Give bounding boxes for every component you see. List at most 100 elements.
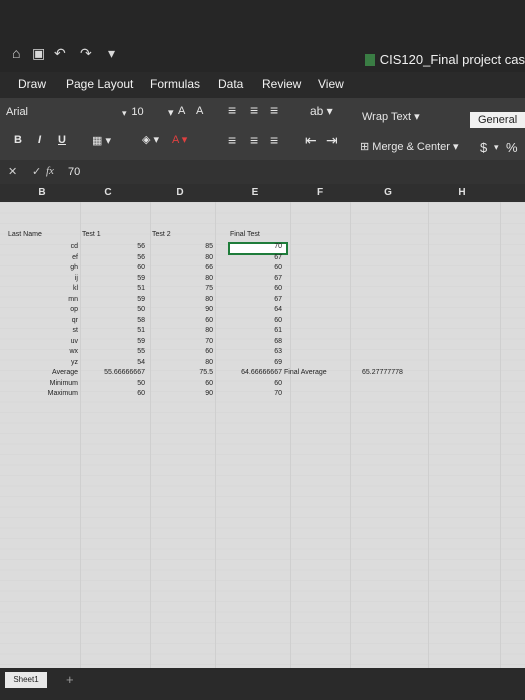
test1-cell[interactable]: 56 — [137, 243, 145, 250]
test1-cell[interactable]: 60 — [137, 264, 145, 271]
test2-cell[interactable]: 80 — [205, 359, 213, 366]
final-average-value[interactable]: 65.27777778 — [362, 369, 403, 376]
final-average-label[interactable]: Final Average — [284, 369, 327, 376]
tab-data[interactable]: Data — [218, 77, 243, 91]
name-cell[interactable]: kl — [73, 285, 78, 292]
test2-cell[interactable]: 70 — [205, 338, 213, 345]
redo-icon[interactable]: ↷ — [80, 45, 92, 62]
final-test-cell[interactable]: 69 — [274, 359, 282, 366]
test1-cell[interactable]: 58 — [137, 317, 145, 324]
name-cell[interactable]: wx — [69, 348, 78, 355]
final-test-cell[interactable]: 60 — [274, 264, 282, 271]
final-test-cell[interactable]: 70 — [274, 243, 282, 250]
name-cell[interactable]: mn — [68, 296, 78, 303]
name-cell[interactable]: uv — [71, 338, 78, 345]
test2-cell[interactable]: 60 — [205, 317, 213, 324]
save-icon[interactable]: ▣ — [32, 45, 45, 62]
test1-cell[interactable]: 51 — [137, 285, 145, 292]
align-center-icon[interactable]: ≡ — [250, 132, 258, 148]
summary-test1-cell[interactable]: 60 — [137, 390, 145, 397]
final-test-cell[interactable]: 63 — [274, 348, 282, 355]
final-test-cell[interactable]: 67 — [274, 254, 282, 261]
test2-cell[interactable]: 80 — [205, 254, 213, 261]
add-sheet-button[interactable]: + — [66, 672, 74, 687]
header-final-test[interactable]: Final Test — [230, 231, 260, 238]
orientation-icon[interactable]: ab ▾ — [310, 104, 333, 118]
name-cell[interactable]: ef — [72, 254, 78, 261]
chevron-down-icon[interactable]: ▾ — [494, 142, 499, 153]
final-test-cell[interactable]: 67 — [274, 275, 282, 282]
font-size-select[interactable]: 10 — [115, 106, 160, 122]
column-header-h[interactable]: H — [452, 187, 472, 198]
final-test-cell[interactable]: 60 — [274, 285, 282, 292]
summary-final-cell[interactable]: 60 — [274, 380, 282, 387]
column-header-b[interactable]: B — [32, 187, 52, 198]
summary-final-cell[interactable]: 70 — [274, 390, 282, 397]
undo-icon[interactable]: ↶ — [54, 45, 66, 62]
final-test-cell[interactable]: 60 — [274, 317, 282, 324]
italic-button[interactable]: I — [38, 134, 41, 146]
font-name-select[interactable]: Arial — [6, 106, 116, 122]
test1-cell[interactable]: 50 — [137, 306, 145, 313]
customize-toolbar-icon[interactable]: ▾ — [108, 45, 115, 62]
sheet-tab[interactable]: Sheet1 — [5, 672, 47, 688]
chevron-down-icon[interactable]: ▾ — [168, 106, 174, 119]
final-test-cell[interactable]: 64 — [274, 306, 282, 313]
currency-button[interactable]: $ — [480, 140, 487, 155]
summary-test2-cell[interactable]: 75.5 — [199, 369, 213, 376]
name-cell[interactable]: st — [73, 327, 78, 334]
column-header-d[interactable]: D — [170, 187, 190, 198]
merge-center-button[interactable]: ⊞ Merge & Center ▾ — [360, 140, 459, 153]
underline-button[interactable]: U — [58, 134, 66, 146]
percent-button[interactable]: % — [506, 140, 518, 155]
name-cell[interactable]: op — [70, 306, 78, 313]
number-format-select[interactable]: General — [470, 112, 525, 128]
align-middle-icon[interactable]: ≡ — [250, 102, 258, 118]
header-test1[interactable]: Test 1 — [82, 231, 101, 238]
final-test-cell[interactable]: 67 — [274, 296, 282, 303]
test2-cell[interactable]: 85 — [205, 243, 213, 250]
formula-input[interactable]: 70 — [68, 166, 80, 178]
align-bottom-icon[interactable]: ≡ — [270, 102, 278, 118]
name-cell[interactable]: cd — [71, 243, 78, 250]
name-cell[interactable]: ij — [75, 275, 78, 282]
summary-test2-cell[interactable]: 60 — [205, 380, 213, 387]
column-header-e[interactable]: E — [245, 187, 265, 198]
bold-button[interactable]: B — [14, 134, 22, 146]
summary-test1-cell[interactable]: 55.66666667 — [104, 369, 145, 376]
wrap-text-button[interactable]: Wrap Text ▾ — [362, 110, 420, 123]
borders-icon[interactable]: ▦ ▾ — [92, 134, 111, 147]
test2-cell[interactable]: 66 — [205, 264, 213, 271]
name-cell[interactable]: yz — [71, 359, 78, 366]
align-top-icon[interactable]: ≡ — [228, 102, 236, 118]
header-test2[interactable]: Test 2 — [152, 231, 171, 238]
align-right-icon[interactable]: ≡ — [270, 132, 278, 148]
align-left-icon[interactable]: ≡ — [228, 132, 236, 148]
font-color-icon[interactable]: A ▾ — [172, 133, 187, 146]
decrease-indent-icon[interactable]: ⇤ — [305, 132, 317, 149]
increase-font-icon[interactable]: A — [178, 105, 185, 117]
test1-cell[interactable]: 59 — [137, 296, 145, 303]
test1-cell[interactable]: 59 — [137, 275, 145, 282]
final-test-cell[interactable]: 61 — [274, 327, 282, 334]
header-last-name[interactable]: Last Name — [8, 231, 42, 238]
final-test-cell[interactable]: 68 — [274, 338, 282, 345]
test1-cell[interactable]: 54 — [137, 359, 145, 366]
decrease-font-icon[interactable]: A — [196, 105, 203, 117]
summary-test2-cell[interactable]: 90 — [205, 390, 213, 397]
column-header-c[interactable]: C — [98, 187, 118, 198]
test2-cell[interactable]: 80 — [205, 296, 213, 303]
summary-final-cell[interactable]: 64.66666667 — [241, 369, 282, 376]
column-header-f[interactable]: F — [310, 187, 330, 198]
summary-label-cell[interactable]: Average — [52, 369, 78, 376]
summary-label-cell[interactable]: Maximum — [48, 390, 78, 397]
increase-indent-icon[interactable]: ⇥ — [326, 132, 338, 149]
home-icon[interactable]: ⌂ — [12, 45, 20, 61]
name-cell[interactable]: gh — [70, 264, 78, 271]
name-cell[interactable]: qr — [72, 317, 78, 324]
test2-cell[interactable]: 90 — [205, 306, 213, 313]
test2-cell[interactable]: 80 — [205, 327, 213, 334]
tab-review[interactable]: Review — [262, 77, 301, 91]
test2-cell[interactable]: 80 — [205, 275, 213, 282]
test1-cell[interactable]: 59 — [137, 338, 145, 345]
